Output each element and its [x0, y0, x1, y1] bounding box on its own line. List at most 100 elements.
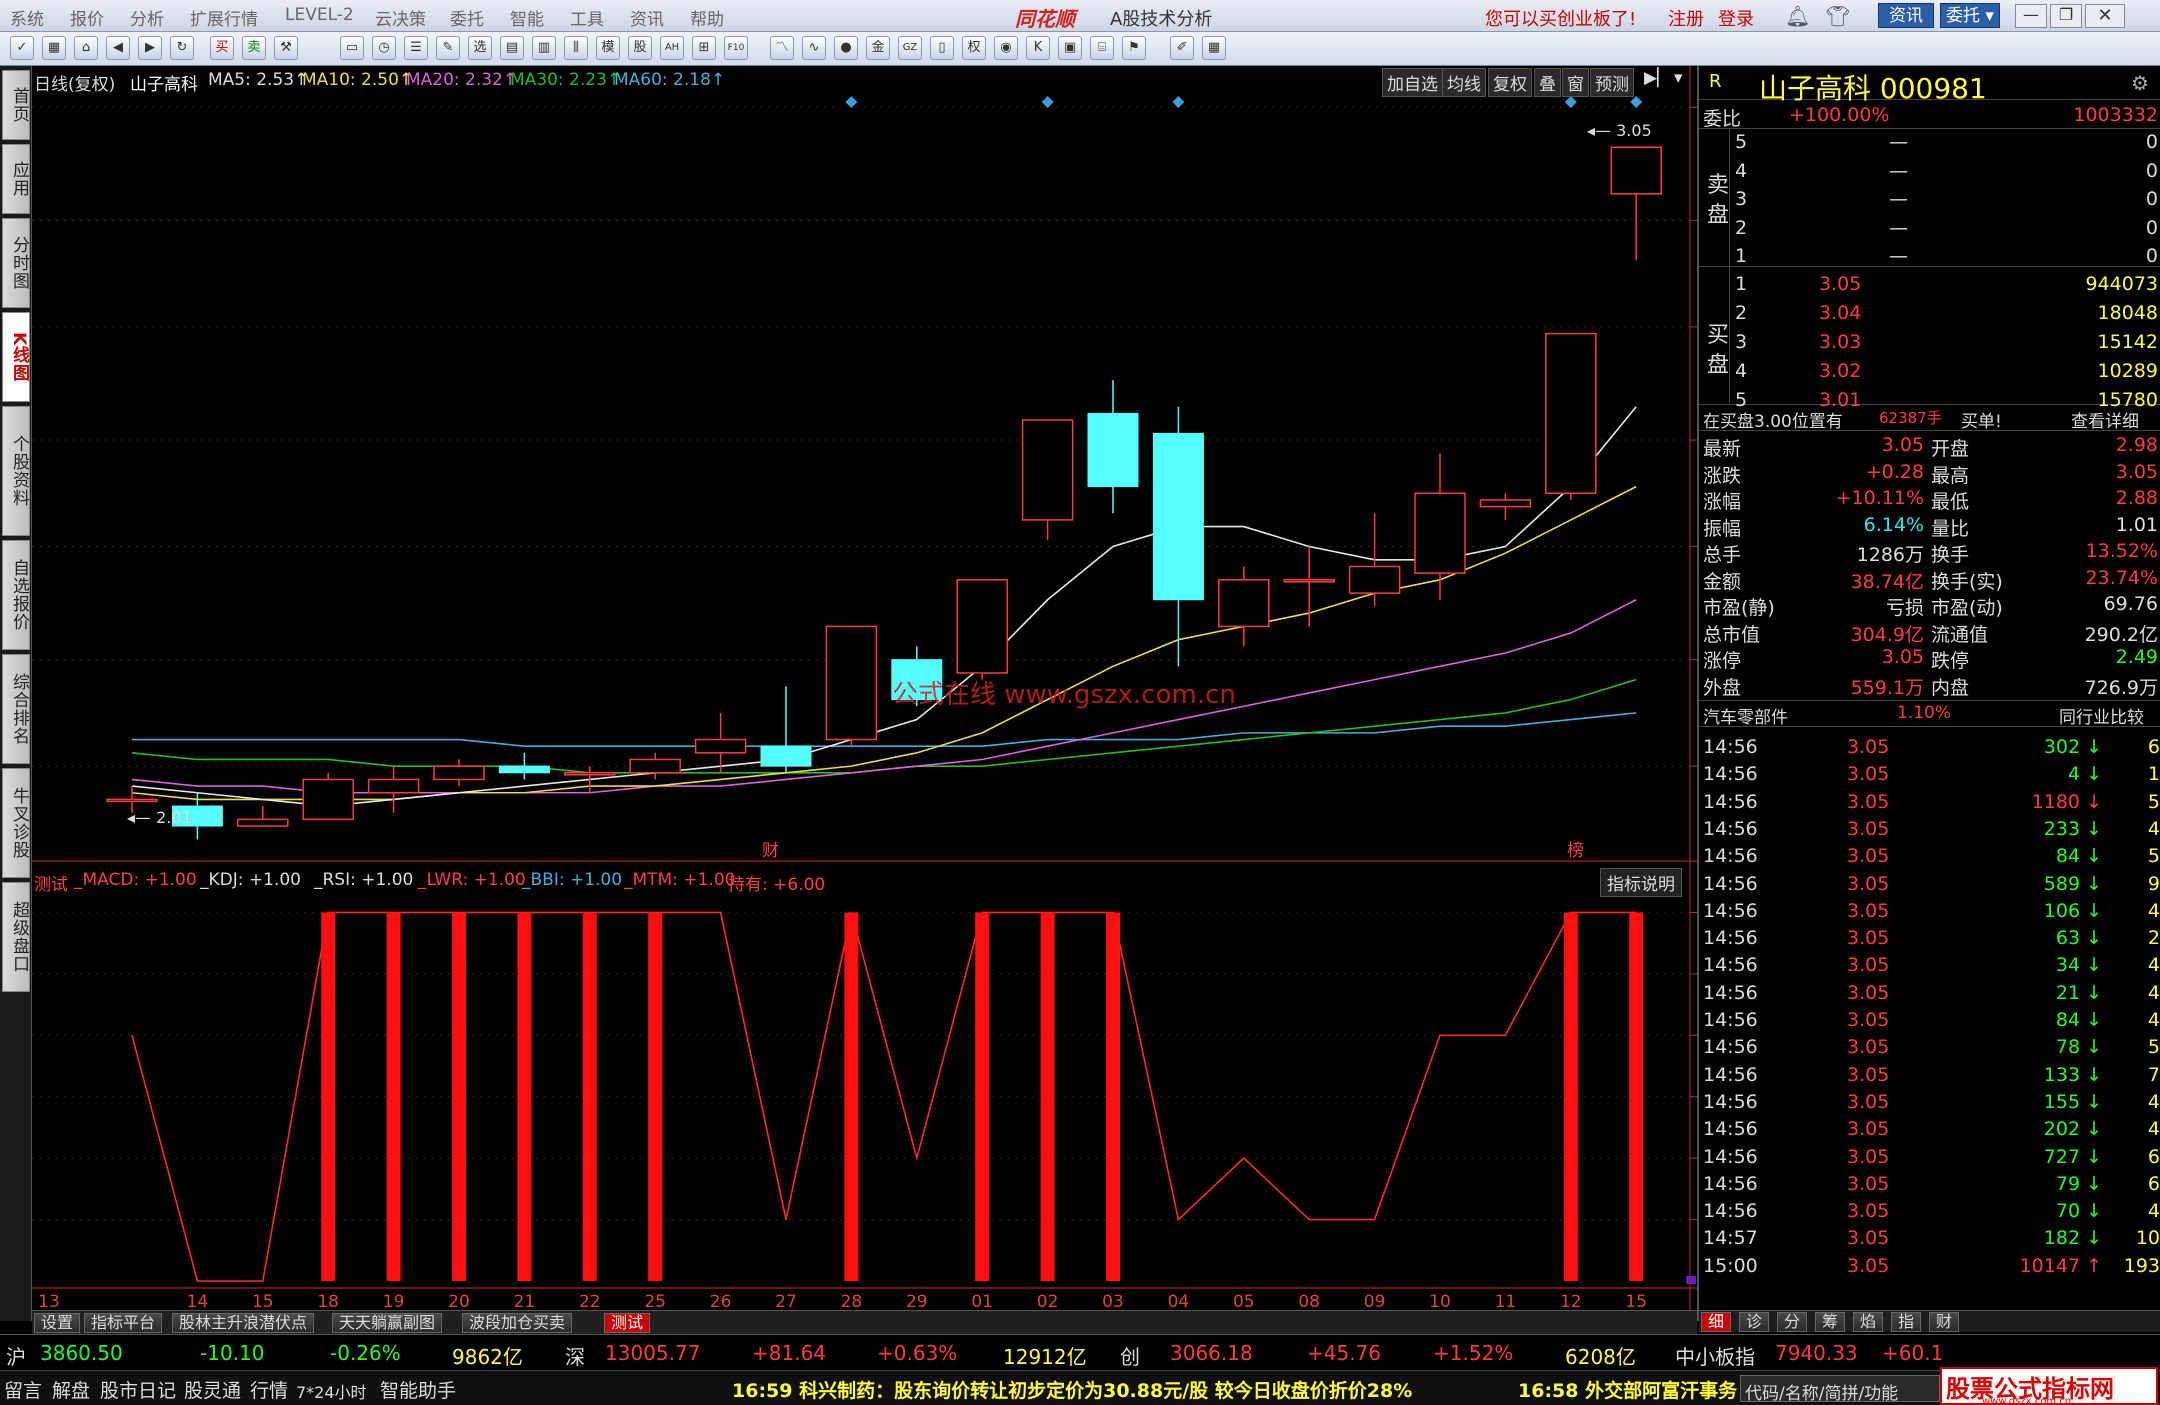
login-link[interactable]: 登录 [1718, 5, 1754, 31]
menu-help[interactable]: 帮助 [690, 5, 724, 30]
model-icon[interactable]: 模 [596, 36, 620, 60]
grid-icon[interactable]: ▦ [42, 36, 66, 60]
industry-compare-button[interactable]: 同行业比较 [2059, 703, 2144, 728]
rights-icon[interactable]: 权 [962, 36, 986, 60]
doc-icon[interactable]: ▤ [500, 36, 524, 60]
tab-diagnose[interactable]: 诊 [1739, 1312, 1770, 1332]
pen-icon[interactable]: ✎ [436, 36, 460, 60]
menu-analysis[interactable]: 分析 [130, 5, 164, 30]
tab-daily-win[interactable]: 天天躺赢副图 [332, 1313, 443, 1333]
home-icon[interactable]: ⌂ [74, 36, 98, 60]
stock-icon[interactable]: 股 [628, 36, 652, 60]
close-icon[interactable]: ✕ [2085, 4, 2125, 28]
chart-icon[interactable]: ▥ [532, 36, 556, 60]
book-icon[interactable]: ▯ [930, 36, 954, 60]
buy-icon[interactable]: 买 [210, 36, 234, 60]
select-icon[interactable]: 选 [468, 36, 492, 60]
tab-kline[interactable]: K线图 [2, 312, 30, 402]
promo-link[interactable]: 您可以买创业板了! [1485, 5, 1636, 31]
tab-split[interactable]: 分 [1777, 1312, 1808, 1332]
trend-icon[interactable]: 〽 [770, 36, 794, 60]
tab-diagnosis[interactable]: 牛叉诊股 [2, 768, 30, 878]
ah-icon[interactable]: AH [660, 36, 684, 60]
refresh-icon[interactable]: ↻ [170, 36, 194, 60]
bank-icon[interactable]: ⌸ [1090, 36, 1114, 60]
sz-value[interactable]: 13005.77 [605, 1341, 700, 1365]
k-icon[interactable]: K [1026, 36, 1050, 60]
expand-icon[interactable]: ▶▏ [1644, 68, 1670, 88]
menu-tools[interactable]: 工具 [570, 5, 604, 30]
back-icon[interactable]: ◀ [106, 36, 130, 60]
hammer-icon[interactable]: ⚒ [274, 36, 298, 60]
overlay-button[interactable]: 叠 [1534, 68, 1561, 97]
news-ticker-1[interactable]: 16:59 科兴制药：股东询价转让初步定价为30.88元/股 较今日收盘价折价2… [732, 1376, 1512, 1403]
tab-superboard[interactable]: 超级盘口 [2, 882, 30, 992]
menu-news[interactable]: 资讯 [630, 5, 664, 30]
line-icon[interactable]: ∿ [802, 36, 826, 60]
assistant-button[interactable]: 智能助手 [380, 1376, 456, 1403]
forward-icon[interactable]: ▶ [138, 36, 162, 60]
add-watchlist-button[interactable]: 加自选 [1382, 68, 1443, 97]
zx-value[interactable]: 7940.33 [1775, 1341, 1858, 1365]
tab-home[interactable]: 首页 [2, 70, 30, 140]
adjust-button[interactable]: 复权 [1488, 68, 1532, 97]
diary-button[interactable]: 股市日记 [100, 1376, 176, 1403]
tab-index[interactable]: 指 [1891, 1312, 1922, 1332]
menu-extended[interactable]: 扩展行情 [190, 5, 258, 30]
financial-marker[interactable]: 财 [762, 836, 779, 861]
tab-indicator-platform[interactable]: 指标平台 [84, 1313, 163, 1333]
menu-level2[interactable]: LEVEL-2 [285, 5, 354, 25]
gz-icon[interactable]: GZ [898, 36, 922, 60]
tab-chips[interactable]: 筹 [1815, 1312, 1846, 1332]
dropdown-icon[interactable]: ▾ [1674, 68, 1683, 88]
news-ticker-2[interactable]: 16:58 外交部阿富汗事务 [1518, 1376, 1738, 1403]
tab-timeshare[interactable]: 分时图 [2, 218, 30, 308]
check-icon[interactable]: ✓ [10, 36, 34, 60]
market-button[interactable]: 行情 [250, 1376, 288, 1403]
tab-profile[interactable]: 个股资料 [2, 406, 30, 536]
tab-watchlist[interactable]: 自选报价 [2, 540, 30, 650]
shirt-icon[interactable]: 👕︎ [1825, 4, 1850, 28]
photo-icon[interactable]: ▣ [1058, 36, 1082, 60]
tab-finance[interactable]: 财 [1929, 1312, 1960, 1332]
tab-flame[interactable]: 焰 [1853, 1312, 1884, 1332]
menu-cloud[interactable]: 云决策 [375, 5, 426, 30]
ma-button[interactable]: 均线 [1442, 68, 1486, 97]
kline-chart-area[interactable]: 日线(复权) 山子高科 MA5: 2.53↑ MA10: 2.50↑ MA20:… [32, 66, 1747, 1321]
restore-icon[interactable]: ❐ [2050, 4, 2082, 28]
ranking-marker[interactable]: 榜 [1567, 836, 1584, 861]
analysis-button[interactable]: 解盘 [52, 1376, 90, 1403]
tab-band-buy[interactable]: 波段加仓买卖 [462, 1313, 573, 1333]
tab-wave[interactable]: 股林主升浪潜伏点 [172, 1313, 315, 1333]
f10-icon[interactable]: F10 [724, 36, 748, 60]
tab-detail[interactable]: 细 [1701, 1312, 1732, 1332]
register-link[interactable]: 注册 [1668, 5, 1704, 31]
code-search-input[interactable]: 代码/名称/简拼/功能 [1740, 1375, 1940, 1402]
bell-icon[interactable]: 🔔︎ [1785, 4, 1810, 28]
cy-value[interactable]: 3066.18 [1170, 1341, 1253, 1365]
clock-icon[interactable]: ◷ [372, 36, 396, 60]
minimize-icon[interactable]: — [2015, 4, 2047, 28]
edit-icon[interactable]: ✐ [1170, 36, 1194, 60]
chart-svg[interactable] [32, 66, 1697, 1311]
circle-icon[interactable]: ◉ [994, 36, 1018, 60]
menu-trade[interactable]: 委托 [450, 5, 484, 30]
layout-icon[interactable]: ▦ [1202, 36, 1226, 60]
tab-ranking[interactable]: 综合排名 [2, 654, 30, 764]
list-icon[interactable]: ☰ [404, 36, 428, 60]
window-button[interactable]: 窗 [1562, 68, 1589, 97]
menu-smart[interactable]: 智能 [510, 5, 544, 30]
stock-spirit-button[interactable]: 股灵通 [184, 1376, 241, 1403]
gold-icon[interactable]: 金 [866, 36, 890, 60]
sh-value[interactable]: 3860.50 [40, 1341, 123, 1365]
trade-button[interactable]: 委托 ▾ [1940, 3, 2000, 28]
coin-icon[interactable]: ● [834, 36, 858, 60]
tab-settings[interactable]: 设置 [34, 1313, 81, 1333]
sector-name[interactable]: 汽车零部件 [1703, 703, 1788, 728]
tab-apps[interactable]: 应用 [2, 144, 30, 214]
message-button[interactable]: 留言 [4, 1376, 42, 1403]
settings-icon[interactable]: ⚙ [2131, 71, 2149, 95]
flag-icon[interactable]: ⚑ [1122, 36, 1146, 60]
tab-test[interactable]: 测试 [604, 1313, 651, 1333]
news-button[interactable]: 资讯 [1878, 3, 1934, 28]
